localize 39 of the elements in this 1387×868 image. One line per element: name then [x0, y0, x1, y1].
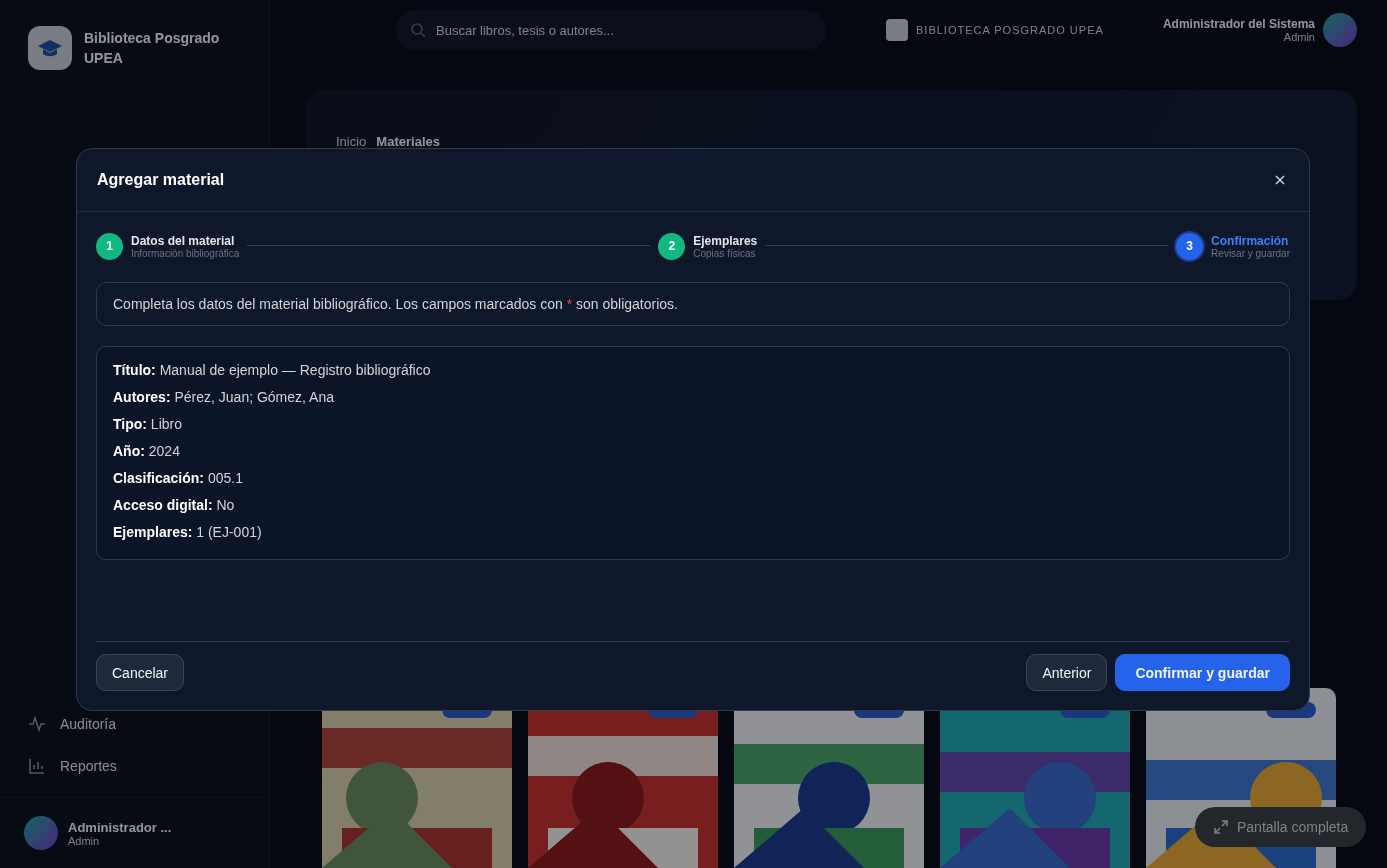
step-title: Datos del material [131, 233, 236, 248]
fullscreen-button[interactable]: Pantalla completa [1195, 807, 1367, 847]
back-button[interactable]: Anterior [1026, 654, 1108, 691]
cancel-button[interactable]: Cancelar [96, 654, 185, 691]
summary-line: Título: Manual de ejemplo — Registro bibliográfico [113, 362, 431, 378]
summary-line: Ejemplares: 1 (EJ-001) [113, 524, 262, 540]
sidebar-item[interactable]: Reportes [0, 745, 269, 787]
dialog-title: Agregar material [97, 171, 225, 189]
confirm-button[interactable]: Confirmar y guardar [1115, 654, 1290, 691]
summary-line: Clasificación: 005.1 [113, 470, 243, 486]
search-field[interactable]: Buscar libros, tesis o autores... [396, 10, 826, 50]
step-subtitle: Revisar y guardar [1211, 247, 1290, 259]
breadcrumb-current: Materiales [376, 134, 440, 149]
expand-icon [1213, 819, 1229, 835]
chart-icon [28, 757, 46, 775]
step-number: 1 [96, 232, 123, 260]
step-subtitle: Información bibliográfica [131, 247, 240, 259]
step-number: 3 [1176, 232, 1204, 260]
summary-line: Tipo: Libro [113, 416, 182, 432]
step-number: 2 [658, 232, 686, 260]
app-name: Biblioteca Posgrado UPEA [84, 29, 221, 68]
user-name: Administrador del Sistema [1162, 17, 1315, 31]
search-icon [410, 22, 426, 38]
user-role: Admin [68, 834, 101, 847]
breadcrumb-link[interactable]: Inicio [336, 134, 367, 149]
hint-text: Completa los datos del material bibliográfico. Los campos marcados con * son obligatorios. [96, 282, 1290, 326]
sidebar-item[interactable]: Auditoría [0, 703, 269, 745]
activity-icon [28, 715, 46, 733]
step-title: Confirmación [1211, 233, 1290, 248]
avatar[interactable] [1323, 13, 1357, 47]
user-name: Administrador ... [68, 819, 172, 835]
step-subtitle: Copias físicas [693, 247, 756, 259]
summary-line: Año: 2024 [113, 443, 180, 459]
avatar[interactable] [24, 816, 58, 850]
summary-line: Autores: Pérez, Juan; Gómez, Ana [113, 389, 334, 405]
brand-name: BIBLIOTECA POSGRADO UPEA [916, 24, 1104, 36]
step-title: Ejemplares [693, 233, 758, 248]
user-role: Admin [1282, 31, 1315, 43]
summary-line: Acceso digital: No [113, 497, 235, 513]
